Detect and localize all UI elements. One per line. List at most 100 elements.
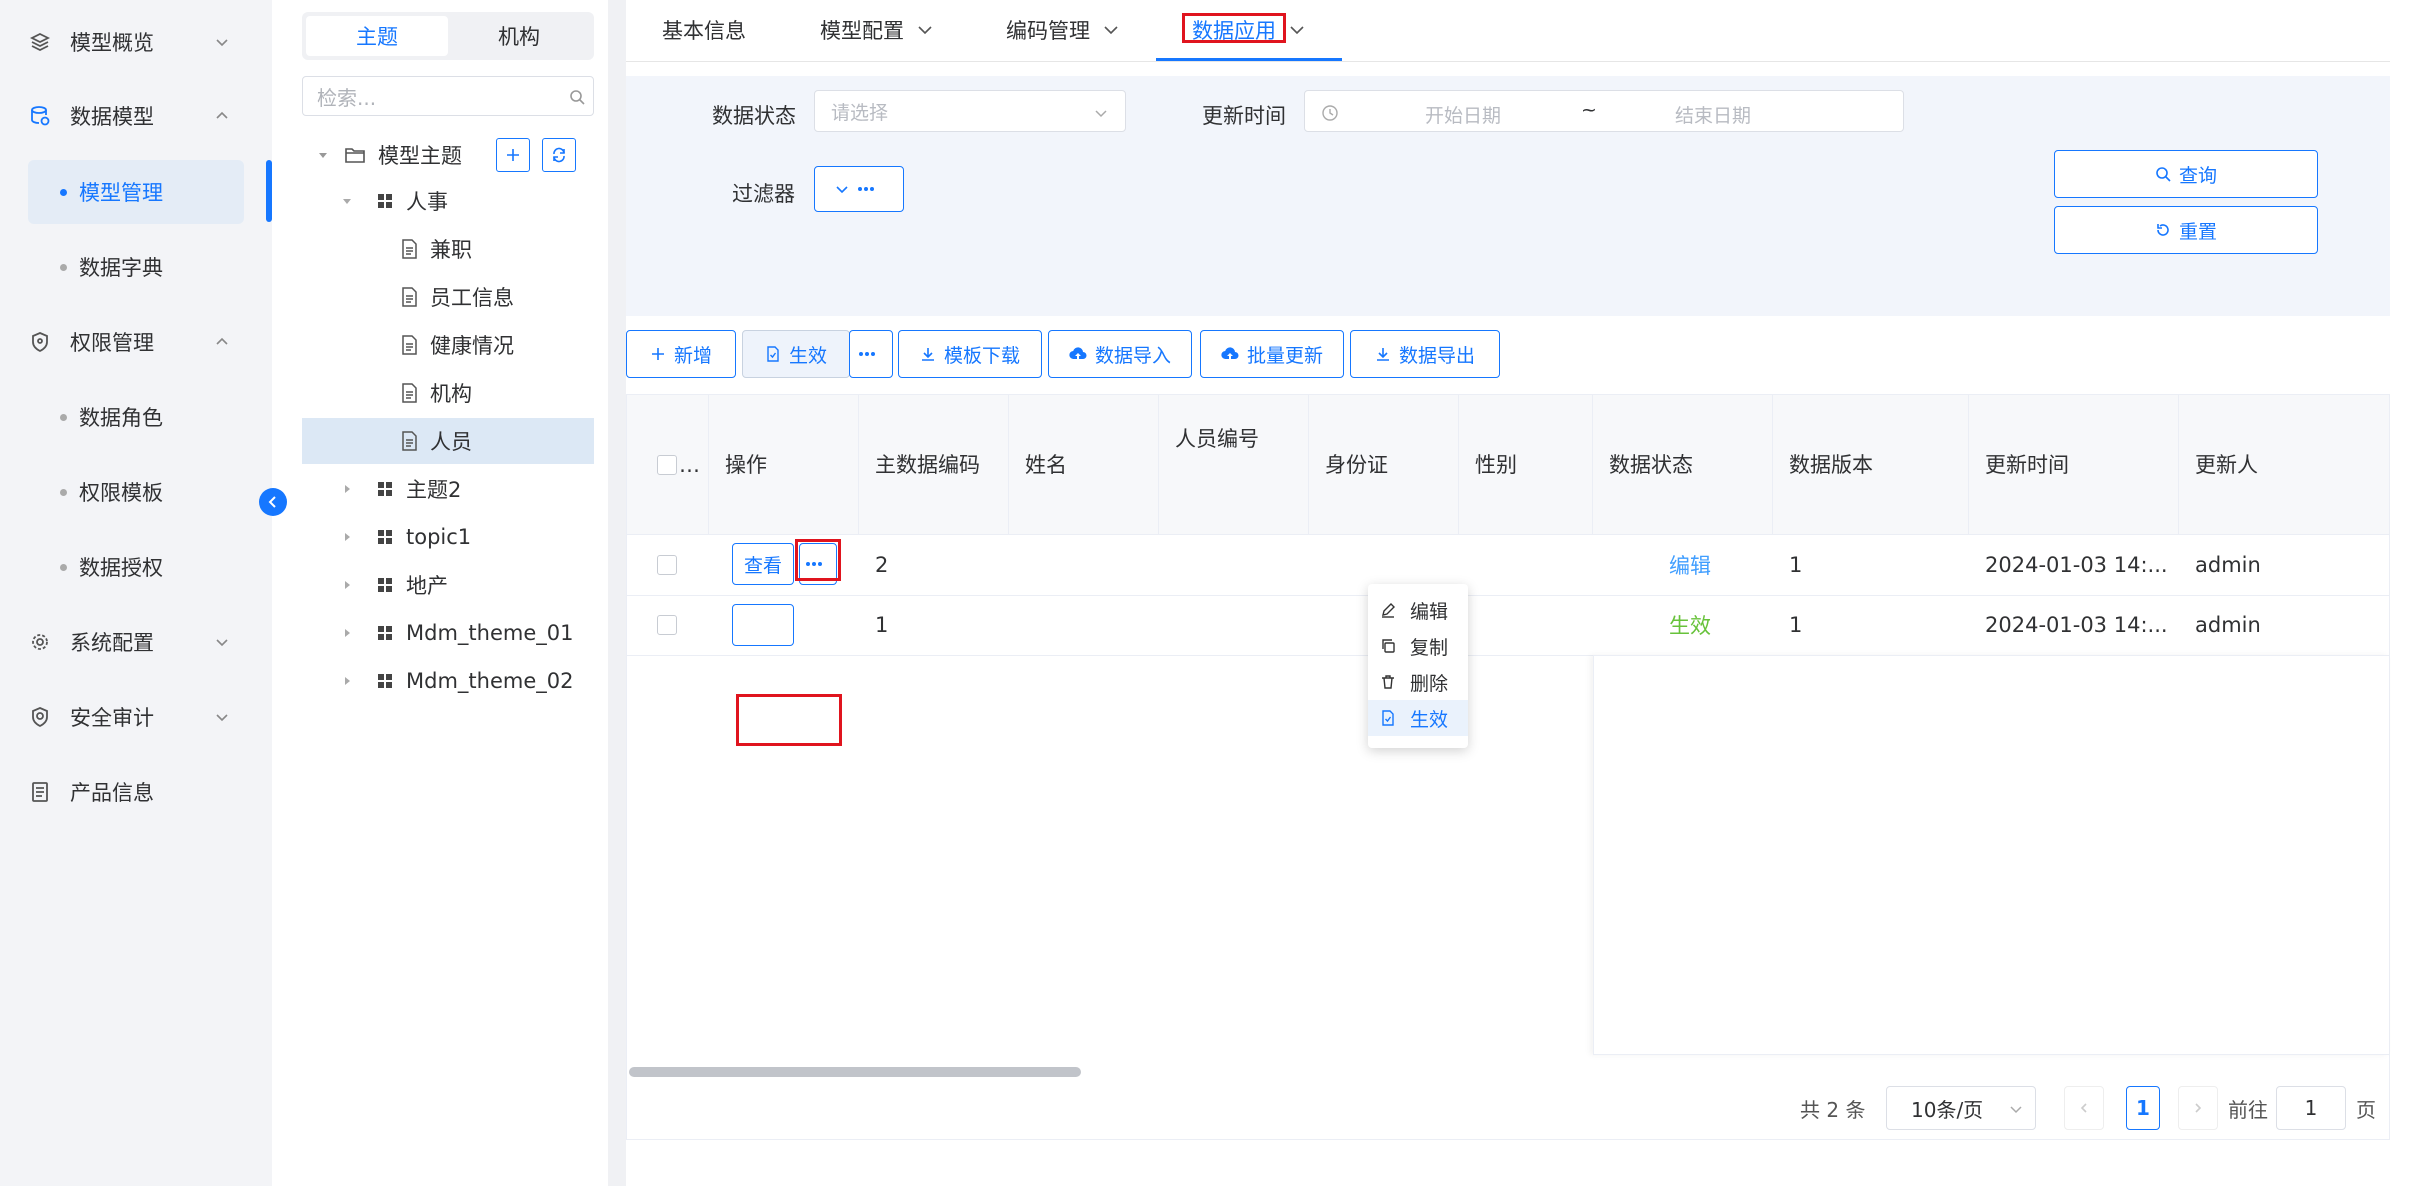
tab-basic-info[interactable]: 基本信息 <box>662 0 746 60</box>
caret-right-icon[interactable] <box>340 482 354 496</box>
activate-more-button[interactable] <box>849 330 893 378</box>
tree-node-model[interactable]: 员工信息 <box>302 274 594 320</box>
nav-sub-data-role[interactable]: 数据角色 <box>28 385 244 449</box>
caret-down-icon[interactable] <box>340 194 354 208</box>
view-button-obscured[interactable] <box>732 604 794 646</box>
status-select[interactable]: 请选择 <box>814 90 1126 132</box>
tree-node-label: 地产 <box>406 574 448 598</box>
caret-right-icon[interactable] <box>340 578 354 592</box>
template-download-button[interactable]: 模板下载 <box>898 330 1042 378</box>
goto-page-input[interactable]: 1 <box>2276 1086 2346 1130</box>
batch-update-button[interactable]: 批量更新 <box>1200 330 1344 378</box>
page-size-select[interactable]: 10条/页 <box>1886 1086 2036 1130</box>
menu-item-activate[interactable]: 生效 <box>1368 700 1468 736</box>
data-export-button[interactable]: 数据导出 <box>1350 330 1500 378</box>
nav-label: 安全审计 <box>70 706 154 730</box>
header-master-code[interactable]: 主数据编码 <box>859 395 1009 535</box>
prev-page-button[interactable] <box>2064 1086 2104 1130</box>
tab-model-config[interactable]: 模型配置 <box>820 0 934 60</box>
select-all-header: … <box>627 395 709 535</box>
file-icon <box>398 286 420 308</box>
row-checkbox-cell <box>641 595 701 655</box>
highlight-box-activate <box>736 694 842 746</box>
nav-label: 产品信息 <box>70 781 154 805</box>
row-action-menu: 编辑 复制 删除 生效 <box>1368 584 1468 748</box>
gear-icon <box>28 630 52 654</box>
nav-sub-label: 模型管理 <box>79 181 163 205</box>
grid-icon <box>374 526 396 548</box>
select-all-checkbox[interactable] <box>657 454 677 475</box>
tree-node-theme[interactable]: topic1 <box>302 514 594 560</box>
tab-theme[interactable]: 主题 <box>306 16 448 56</box>
nav-data-model[interactable]: 数据模型 <box>28 86 244 146</box>
nav-sub-permission-template[interactable]: 权限模板 <box>28 460 244 524</box>
nav-sub-model-management[interactable]: 模型管理 <box>28 160 244 224</box>
tree-node-model[interactable]: 人员 <box>302 418 594 464</box>
tree-node-theme[interactable]: 主题2 <box>302 466 594 512</box>
tree-node-label: topic1 <box>406 525 472 549</box>
view-button[interactable]: 查看 <box>732 543 794 585</box>
tab-code-management[interactable]: 编码管理 <box>1006 0 1120 60</box>
header-id-card[interactable]: 身份证 <box>1309 395 1459 535</box>
add-theme-button[interactable] <box>496 138 530 172</box>
add-label: 新增 <box>673 344 712 367</box>
menu-item-copy[interactable]: 复制 <box>1368 628 1468 664</box>
query-button[interactable]: 查询 <box>2054 150 2318 198</box>
header-updater[interactable]: 更新人 <box>2179 395 2389 535</box>
nav-sub-data-authorization[interactable]: 数据授权 <box>28 535 244 599</box>
database-icon <box>28 104 52 128</box>
header-data-version[interactable]: 数据版本 <box>1773 395 1969 535</box>
more-icon <box>858 187 874 191</box>
chevron-down-icon <box>836 186 848 194</box>
header-updated-time[interactable]: 更新时间 <box>1969 395 2179 535</box>
nav-permission-management[interactable]: 权限管理 <box>28 312 244 372</box>
file-icon <box>398 430 420 452</box>
data-import-button[interactable]: 数据导入 <box>1048 330 1192 378</box>
start-date-placeholder: 开始日期 <box>1425 105 1502 127</box>
nav-sub-data-dictionary[interactable]: 数据字典 <box>28 235 244 299</box>
query-label: 查询 <box>2178 164 2217 187</box>
header-employee-no[interactable]: 人员编号 <box>1159 395 1309 535</box>
data-import-label: 数据导入 <box>1094 344 1171 367</box>
activate-button[interactable]: 生效 <box>742 330 850 378</box>
cell-updater: admin <box>2195 553 2261 577</box>
tree-node-model[interactable]: 兼职 <box>302 226 594 272</box>
nav-product-info[interactable]: 产品信息 <box>28 762 244 822</box>
next-page-button[interactable] <box>2178 1086 2218 1130</box>
nav-sub-label: 数据授权 <box>79 556 163 580</box>
reset-button[interactable]: 重置 <box>2054 206 2318 254</box>
header-data-status[interactable]: 数据状态 <box>1593 395 1773 535</box>
nav-model-overview[interactable]: 模型概览 <box>28 12 244 72</box>
row-checkbox[interactable] <box>657 555 677 575</box>
row-checkbox[interactable] <box>657 615 677 635</box>
tree-node-theme[interactable]: Mdm_theme_01 <box>302 610 594 656</box>
filter-dropdown-button[interactable] <box>814 166 904 212</box>
refresh-tree-button[interactable] <box>542 138 576 172</box>
plus-icon <box>651 348 664 360</box>
menu-item-delete[interactable]: 删除 <box>1368 664 1468 700</box>
tab-label: 基本信息 <box>662 19 746 43</box>
caret-right-icon[interactable] <box>340 530 354 544</box>
tree-node-model[interactable]: 健康情况 <box>302 322 594 368</box>
reset-label: 重置 <box>2178 220 2217 243</box>
add-button[interactable]: 新增 <box>626 330 736 378</box>
tree-node-theme[interactable]: 人事 <box>302 178 594 224</box>
tab-organization[interactable]: 机构 <box>448 16 590 56</box>
header-name[interactable]: 姓名 <box>1009 395 1159 535</box>
tree-search-input[interactable]: 检索... <box>302 76 594 116</box>
nav-security-audit[interactable]: 安全审计 <box>28 687 244 747</box>
horizontal-scrollbar[interactable] <box>629 1067 1081 1077</box>
collapse-sidebar-button[interactable] <box>259 488 287 516</box>
date-range-picker[interactable]: 开始日期 ~ 结束日期 <box>1304 90 1904 132</box>
tree-node-label: 人员 <box>430 430 472 454</box>
page-number-current[interactable]: 1 <box>2126 1086 2160 1130</box>
nav-system-config[interactable]: 系统配置 <box>28 612 244 672</box>
header-gender[interactable]: 性别 <box>1459 395 1593 535</box>
tree-node-theme[interactable]: 地产 <box>302 562 594 608</box>
tree-node-label: Mdm_theme_01 <box>406 621 574 645</box>
caret-right-icon[interactable] <box>340 626 354 640</box>
tree-node-theme[interactable]: Mdm_theme_02 <box>302 658 594 704</box>
menu-item-edit[interactable]: 编辑 <box>1368 592 1468 628</box>
tree-node-model[interactable]: 机构 <box>302 370 594 416</box>
caret-right-icon[interactable] <box>340 674 354 688</box>
